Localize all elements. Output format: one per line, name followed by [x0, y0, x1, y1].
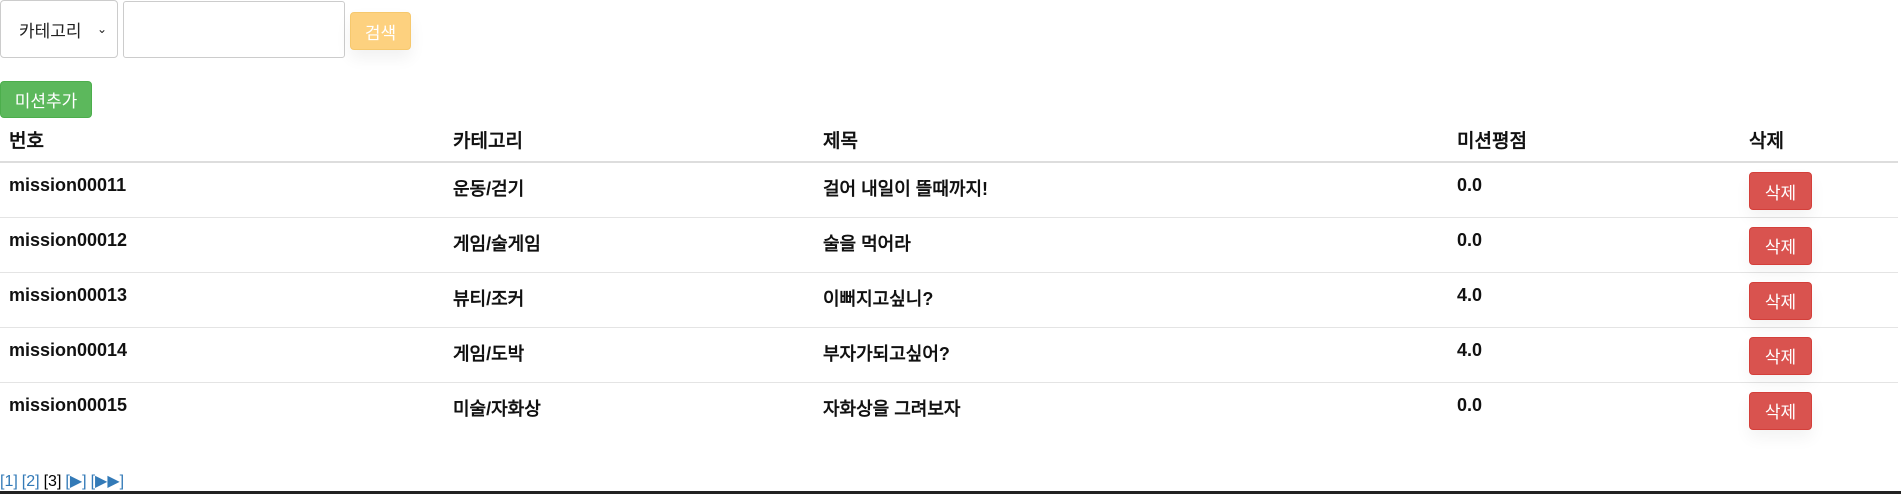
search-input[interactable] — [123, 1, 345, 58]
mission-title: 자화상을 그려보자 — [814, 381, 1448, 437]
search-button[interactable]: 검색 — [350, 12, 411, 50]
mission-category: 게임/술게임 — [444, 216, 814, 272]
mission-id: mission00011 — [9, 175, 127, 195]
table-row: mission00012 게임/술게임 술을 먹어라 0.0 삭제 — [0, 216, 1898, 272]
header-delete: 삭제 — [1740, 118, 1898, 163]
mission-id: mission00013 — [0, 271, 444, 327]
page-link-1[interactable]: [1] — [0, 473, 18, 490]
delete-button[interactable]: 삭제 — [1749, 281, 1812, 320]
delete-button[interactable]: 삭제 — [1749, 172, 1812, 210]
mission-rating: 4.0 — [1448, 326, 1740, 382]
table-row: mission00014 게임/도박 부자가되고싶어? 4.0 삭제 — [0, 326, 1898, 382]
page-last-link[interactable]: [▶▶] — [91, 473, 125, 490]
category-select-value: 카테고리 — [19, 21, 82, 41]
header-title: 제목 — [814, 118, 1448, 163]
mission-title: 이뻐지고싶니? — [814, 271, 1448, 327]
chevron-down-icon: ⌄ — [96, 22, 107, 36]
mission-id: mission00015 — [0, 381, 444, 437]
delete-button[interactable]: 삭제 — [1749, 391, 1812, 430]
delete-button[interactable]: 삭제 — [1749, 226, 1812, 265]
mission-category: 미술/자화상 — [444, 381, 814, 437]
delete-cell: 삭제 — [1740, 162, 1898, 217]
mission-rating: 0.0 — [1448, 381, 1740, 437]
table-row: mission00011 운동/걷기 걸어 내일이 뜰때까지! 0.0 삭제 — [0, 162, 1898, 217]
category-select[interactable]: 카테고리 ⌄ — [0, 0, 118, 58]
table-header-row: 번호 카테고리 제목 미션평점 삭제 — [0, 118, 1898, 163]
mission-id: mission00014 — [0, 326, 444, 382]
mission-table: 번호 카테고리 제목 미션평점 삭제 mission00011 운동/걷기 걸어… — [0, 118, 1898, 437]
page-next-link[interactable]: [▶] — [65, 473, 86, 490]
mission-title: 걸어 내일이 뜰때까지! — [823, 179, 989, 199]
search-bar: 카테고리 ⌄ 검색 — [0, 0, 420, 60]
header-category: 카테고리 — [444, 118, 814, 163]
mission-category: 운동/걷기 — [453, 179, 525, 199]
page-current: [3] — [43, 473, 62, 490]
mission-category: 게임/도박 — [444, 326, 814, 382]
mission-title: 부자가되고싶어? — [814, 326, 1448, 382]
delete-cell: 삭제 — [1740, 381, 1898, 437]
delete-button[interactable]: 삭제 — [1749, 336, 1812, 375]
mission-rating: 0.0 — [1457, 175, 1483, 195]
header-rating: 미션평점 — [1448, 118, 1740, 163]
mission-id: mission00012 — [0, 216, 444, 272]
header-number: 번호 — [0, 118, 444, 163]
pagination: [1] [2] [3] [▶] [▶▶] — [0, 471, 128, 491]
table-row: mission00015 미술/자화상 자화상을 그려보자 0.0 삭제 — [0, 381, 1898, 437]
delete-cell: 삭제 — [1740, 271, 1898, 327]
delete-cell: 삭제 — [1740, 216, 1898, 272]
delete-cell: 삭제 — [1740, 326, 1898, 382]
table-row: mission00013 뷰티/조커 이뻐지고싶니? 4.0 삭제 — [0, 271, 1898, 327]
mission-rating: 0.0 — [1448, 216, 1740, 272]
mission-rating: 4.0 — [1448, 271, 1740, 327]
mission-title: 술을 먹어라 — [814, 216, 1448, 272]
add-mission-button[interactable]: 미션추가 — [0, 81, 92, 118]
mission-category: 뷰티/조커 — [444, 271, 814, 327]
page-link-2[interactable]: [2] — [22, 473, 40, 490]
